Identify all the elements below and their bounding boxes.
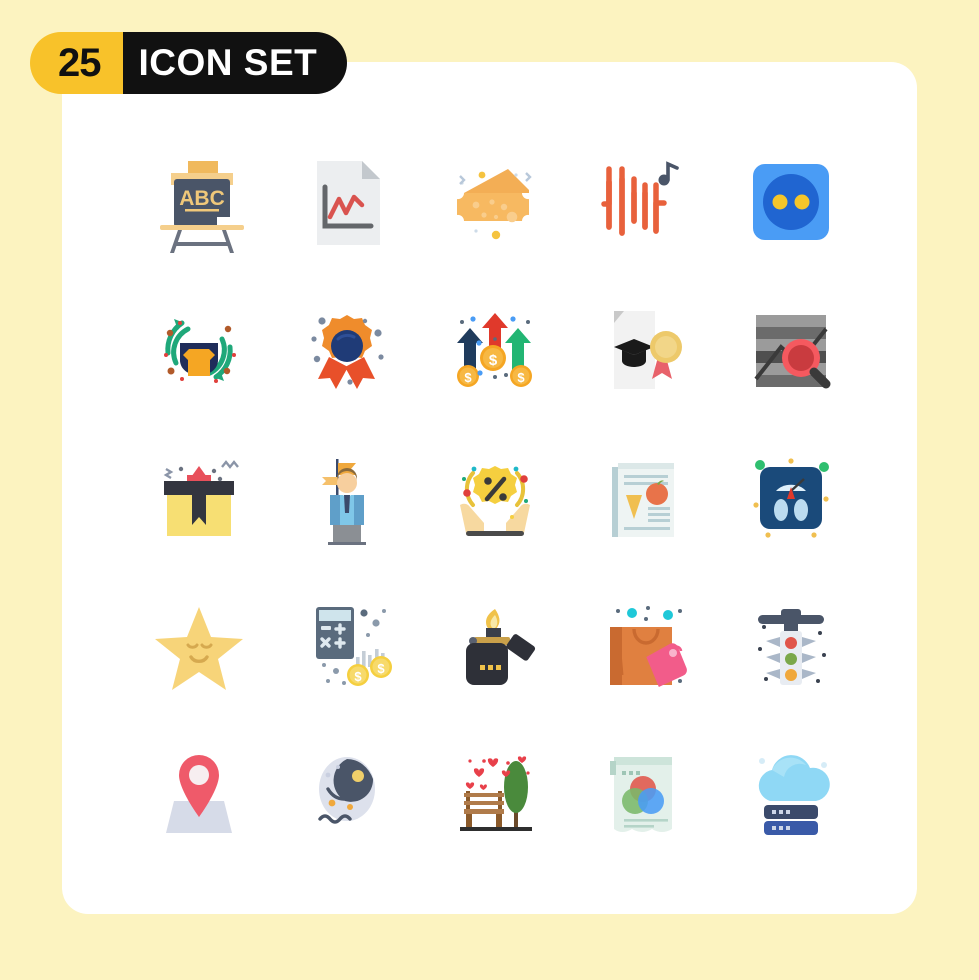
coin-symbol-2: $ — [464, 370, 472, 385]
weight-scale-icon — [753, 458, 829, 538]
award-badge-icon — [311, 315, 384, 389]
calculator-coin-symbol-1: $ — [354, 669, 362, 684]
icon-cell-18[interactable] — [421, 572, 569, 720]
fish-icon — [318, 757, 375, 824]
icon-cell-20[interactable] — [717, 572, 865, 720]
icon-cell-9[interactable] — [569, 276, 717, 424]
icon-cell-22[interactable] — [273, 720, 421, 868]
clothes-recycle-icon — [164, 319, 236, 383]
cloud-server-icon — [758, 755, 830, 835]
shopping-bag-tag-icon — [610, 606, 687, 688]
chart-document-icon — [317, 161, 380, 245]
traffic-light-icon — [758, 609, 826, 685]
calculator-coin-symbol-2: $ — [377, 661, 385, 676]
map-pin-icon — [166, 755, 232, 833]
icon-cell-4[interactable] — [569, 128, 717, 276]
icon-cell-11[interactable] — [125, 424, 273, 572]
icon-cell-8[interactable]: $ $ $ — [421, 276, 569, 424]
audio-waveform-icon — [601, 161, 679, 236]
icon-cell-19[interactable] — [569, 572, 717, 720]
icon-cell-17[interactable]: $ $ — [273, 572, 421, 720]
chart-search-icon — [754, 315, 831, 389]
coin-symbol-1: $ — [489, 352, 498, 369]
icon-cell-25[interactable] — [717, 720, 865, 868]
icon-cell-14[interactable] — [569, 424, 717, 572]
discount-hands-icon — [460, 466, 530, 536]
icon-grid: ABC $ $ $ $ $ — [125, 128, 865, 868]
icon-cell-10[interactable] — [717, 276, 865, 424]
blackboard-abc-icon: ABC — [160, 161, 244, 253]
icon-cell-12[interactable] — [273, 424, 421, 572]
page-title: ICON SET — [122, 32, 348, 94]
icon-cell-2[interactable] — [273, 128, 421, 276]
icon-cell-23[interactable] — [421, 720, 569, 868]
icon-cell-24[interactable] — [569, 720, 717, 868]
header-badge: 25 ICON SET — [30, 32, 348, 94]
coin-symbol-3: $ — [517, 370, 525, 385]
icon-cell-13[interactable] — [421, 424, 569, 572]
park-bench-love-icon — [460, 756, 532, 831]
icon-cell-5[interactable] — [717, 128, 865, 276]
color-circles-doc-icon — [610, 757, 672, 832]
gift-box-icon — [163, 460, 239, 536]
smiling-star-icon — [155, 607, 243, 690]
blackboard-text: ABC — [179, 187, 225, 210]
lighter-flame-icon — [466, 609, 536, 685]
calculator-coins-icon: $ $ — [316, 607, 392, 686]
icon-cell-1[interactable]: ABC — [125, 128, 273, 276]
icon-cell-6[interactable] — [125, 276, 273, 424]
icon-cell-21[interactable] — [125, 720, 273, 868]
icon-cell-7[interactable] — [273, 276, 421, 424]
icon-count: 25 — [30, 32, 123, 94]
icon-cell-16[interactable] — [125, 572, 273, 720]
icon-cell-3[interactable] — [421, 128, 569, 276]
icon-set-page: 25 ICON SET ABC $ $ $ $ $ — [0, 0, 979, 980]
cheese-wedge-icon — [457, 169, 532, 240]
diploma-certificate-icon — [614, 311, 682, 389]
leader-flag-icon — [322, 459, 366, 545]
icon-cell-15[interactable] — [717, 424, 865, 572]
newspaper-article-icon — [612, 463, 674, 537]
money-growth-arrows-icon: $ $ $ — [457, 313, 532, 387]
power-socket-icon — [753, 164, 829, 240]
